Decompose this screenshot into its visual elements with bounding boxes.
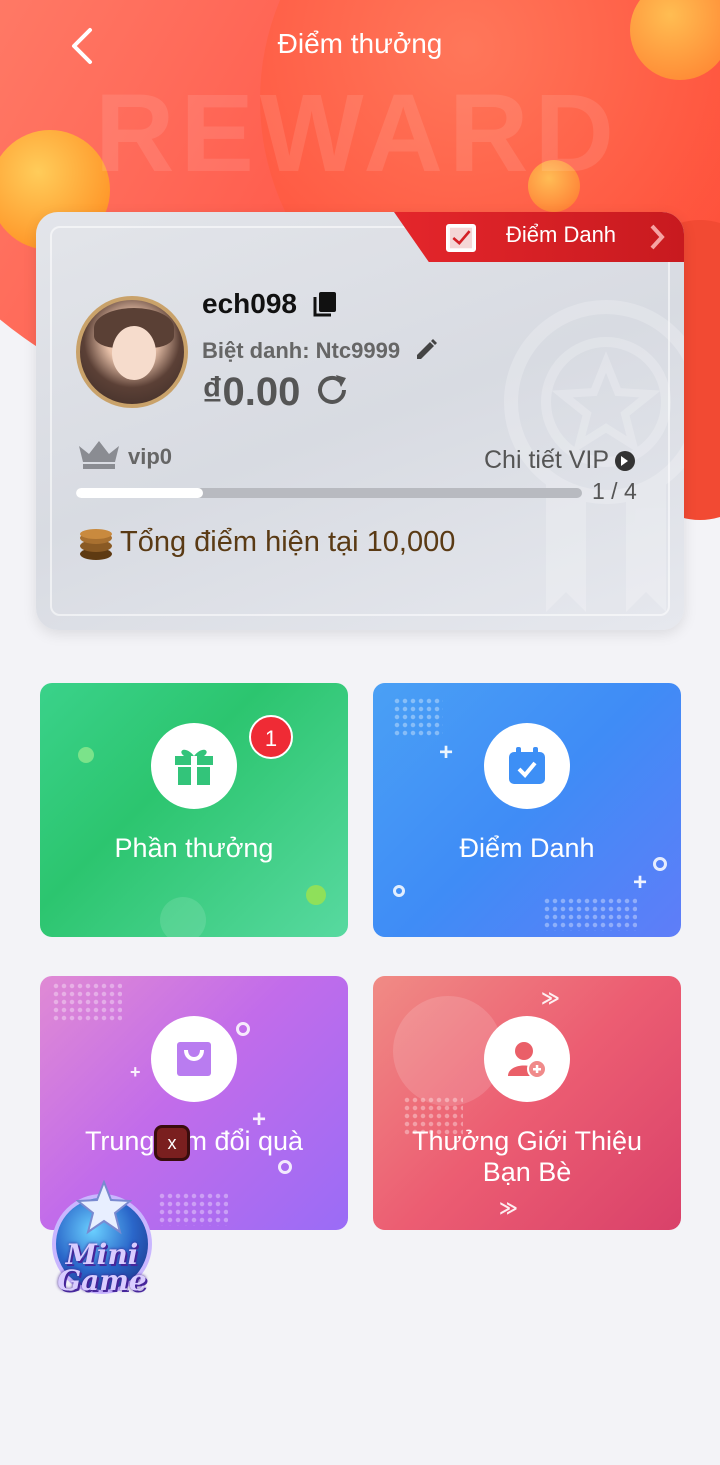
rewards-label: Phần thưởng bbox=[114, 833, 274, 863]
checkin-ribbon-label: Điểm Danh bbox=[506, 222, 617, 247]
decorative-ring bbox=[236, 1022, 250, 1036]
decorative-plus: + bbox=[130, 1062, 141, 1082]
profile-card: Điểm Danh ech098 Biệt danh: Ntc9999 ₫0.0… bbox=[36, 212, 684, 630]
decorative-plus: + bbox=[439, 739, 454, 766]
mini-game-label-line2: Game bbox=[57, 1264, 147, 1297]
chevron-right-circle-icon bbox=[615, 450, 636, 471]
mini-game-floating-button[interactable]: Mini Game bbox=[28, 1180, 168, 1310]
gift-exchange-icon-circle bbox=[151, 1016, 237, 1102]
mini-game-logo-text: Mini Game bbox=[32, 1241, 172, 1297]
crown-icon bbox=[79, 441, 119, 469]
referral-icon-circle bbox=[484, 1016, 570, 1102]
vip-progress-bar bbox=[76, 488, 582, 498]
decorative-ring bbox=[393, 885, 405, 897]
coins-icon bbox=[80, 529, 112, 560]
star-icon bbox=[76, 1180, 132, 1235]
checkin-tile[interactable]: + + Điểm Danh bbox=[373, 683, 681, 937]
checkin-label: Điểm Danh bbox=[459, 833, 595, 863]
decorative-arrows: ≫ bbox=[499, 1198, 518, 1218]
gift-exchange-label: Trung tâm đổi quà bbox=[84, 1126, 304, 1156]
decorative-ring bbox=[278, 1160, 292, 1174]
decorative-plus: + bbox=[633, 869, 648, 896]
decorative-dot-grid bbox=[543, 897, 637, 931]
rewards-tile[interactable]: 1 Phần thưởng bbox=[40, 683, 348, 937]
checkbox-calendar-icon bbox=[446, 224, 476, 252]
vip-detail-label: Chi tiết VIP bbox=[484, 446, 610, 474]
close-mini-game-button[interactable]: x bbox=[154, 1125, 190, 1161]
vip-progress-fill bbox=[76, 488, 203, 498]
decorative-dot-grid bbox=[393, 697, 443, 737]
rewards-icon-circle bbox=[151, 723, 237, 809]
wallet-balance: ₫0.00 bbox=[202, 370, 301, 414]
decorative-dot bbox=[160, 897, 206, 937]
calendar-check-icon bbox=[509, 747, 545, 784]
refresh-icon[interactable] bbox=[314, 372, 350, 408]
decorative-dot bbox=[78, 747, 94, 763]
chevron-right-icon bbox=[650, 224, 665, 250]
nickname: Biệt danh: Ntc9999 bbox=[202, 338, 401, 363]
pencil-icon[interactable] bbox=[414, 338, 438, 362]
decorative-dot-grid bbox=[158, 1192, 228, 1226]
decorative-arrows: ≫ bbox=[541, 988, 560, 1008]
top-bar: Điểm thưởng bbox=[0, 0, 720, 92]
decorative-dot bbox=[306, 885, 326, 905]
avatar[interactable] bbox=[76, 296, 188, 408]
referral-tile[interactable]: ≫ ≫ Thưởng Giới Thiệu Bạn Bè bbox=[373, 976, 681, 1230]
vip-detail-link[interactable]: Chi tiết VIP bbox=[484, 446, 636, 475]
add-user-icon bbox=[508, 1042, 547, 1079]
username: ech098 bbox=[202, 288, 297, 319]
checkin-ribbon-button[interactable]: Điểm Danh bbox=[394, 212, 684, 262]
total-points: Tổng điểm hiện tại 10,000 bbox=[120, 526, 456, 558]
checkin-icon-circle bbox=[484, 723, 570, 809]
referral-label-line1: Thưởng Giới Thiệu bbox=[411, 1126, 643, 1156]
shopping-bag-icon bbox=[177, 1042, 211, 1076]
copy-icon[interactable] bbox=[312, 290, 338, 318]
vip-progress-text: 1 / 4 bbox=[592, 478, 637, 504]
page-title: Điểm thưởng bbox=[277, 28, 443, 59]
referral-label-line2: Bạn Bè bbox=[482, 1157, 572, 1187]
gift-icon bbox=[175, 749, 213, 785]
vip-level: vip0 bbox=[128, 444, 173, 469]
decorative-dot-grid bbox=[52, 982, 122, 1022]
avatar-face bbox=[112, 326, 156, 380]
notification-badge: 1 bbox=[249, 715, 293, 759]
